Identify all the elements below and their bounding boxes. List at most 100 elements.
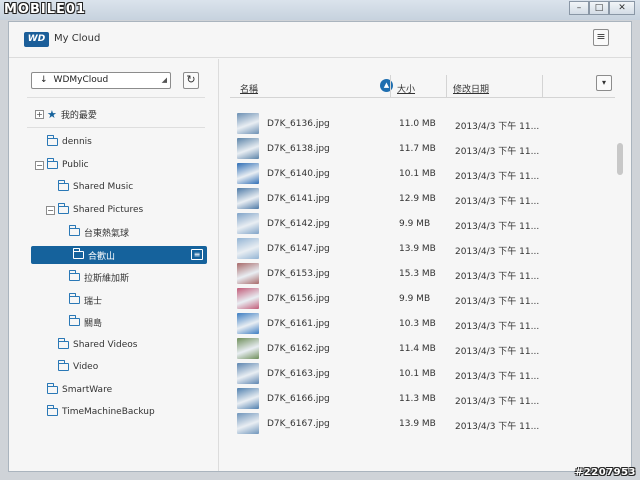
tree-item[interactable]: 拉斯維加斯 [57, 268, 129, 286]
file-name: D7K_6156.jpg [267, 294, 330, 304]
tree-item-label: TimeMachineBackup [62, 407, 155, 417]
tree-item-label: 台東熱氣球 [84, 228, 130, 239]
file-size: 12.9 MB [399, 194, 436, 204]
tree-item[interactable]: 台東熱氣球 [57, 223, 129, 241]
file-modified-date: 2013/4/3 下午 11... [455, 197, 540, 207]
dropdown-corner-icon: ◢ [161, 76, 167, 84]
tree-item[interactable]: Video [46, 358, 98, 376]
file-row[interactable]: D7K_6156.jpg 9.9 MB 2013/4/3 下午 11... [237, 288, 607, 311]
file-modified-date: 2013/4/3 下午 11... [455, 147, 540, 157]
column-header-size[interactable]: 大小 [397, 82, 415, 95]
file-modified-date: 2013/4/3 下午 11... [455, 397, 540, 407]
column-divider [390, 75, 391, 97]
tree-item[interactable]: 合歡山 ≡ [31, 246, 207, 264]
minimize-button[interactable]: – [569, 1, 589, 15]
image-thumbnail [237, 138, 259, 159]
folder-icon [69, 315, 80, 326]
file-row[interactable]: D7K_6142.jpg 9.9 MB 2013/4/3 下午 11... [237, 213, 607, 236]
tree-item[interactable]: − Shared Pictures [46, 201, 143, 219]
file-row[interactable]: D7K_6163.jpg 10.1 MB 2013/4/3 下午 11... [237, 363, 607, 386]
file-name: D7K_6161.jpg [267, 319, 330, 329]
collapse-icon[interactable]: − [46, 205, 55, 215]
tree-item[interactable]: 關島 [57, 313, 102, 331]
file-modified-date: 2013/4/3 下午 11... [455, 122, 540, 132]
folder-icon [47, 135, 58, 146]
image-thumbnail [237, 338, 259, 359]
file-row[interactable]: D7K_6166.jpg 11.3 MB 2013/4/3 下午 11... [237, 388, 607, 411]
file-name: D7K_6166.jpg [267, 394, 330, 404]
column-header-modified[interactable]: 修改日期 [453, 82, 489, 95]
wd-logo: WD [24, 32, 49, 47]
folder-icon [69, 225, 80, 236]
divider [27, 127, 205, 128]
file-name: D7K_6142.jpg [267, 219, 330, 229]
file-row[interactable]: D7K_6140.jpg 10.1 MB 2013/4/3 下午 11... [237, 163, 607, 186]
vertical-scrollbar[interactable] [617, 143, 623, 175]
tree-item-label: Shared Pictures [73, 205, 144, 215]
close-button[interactable]: ✕ [609, 1, 635, 15]
tree-item[interactable]: SmartWare [35, 381, 112, 399]
tree-item[interactable]: dennis [35, 133, 92, 151]
sort-ascending-icon[interactable]: ▲ [380, 79, 393, 92]
file-modified-date: 2013/4/3 下午 11... [455, 372, 540, 382]
file-row[interactable]: D7K_6167.jpg 13.9 MB 2013/4/3 下午 11... [237, 413, 607, 436]
file-size: 13.9 MB [399, 419, 436, 429]
file-size: 13.9 MB [399, 244, 436, 254]
tree-item[interactable]: − Public [35, 156, 89, 174]
tree-item-label: Public [62, 160, 89, 170]
folder-icon [47, 405, 58, 416]
file-row[interactable]: D7K_6153.jpg 15.3 MB 2013/4/3 下午 11... [237, 263, 607, 286]
file-modified-date: 2013/4/3 下午 11... [455, 172, 540, 182]
image-thumbnail [237, 213, 259, 234]
tree-item[interactable]: Shared Videos [46, 336, 137, 354]
expand-icon[interactable]: + [35, 109, 44, 119]
tree-item[interactable]: Shared Music [46, 178, 133, 196]
folder-icon [58, 203, 69, 214]
file-modified-date: 2013/4/3 下午 11... [455, 247, 540, 257]
watermark-id: #2207953 [574, 467, 636, 478]
column-header-name[interactable]: 名稱 [240, 82, 258, 95]
tree-item[interactable]: 瑞士 [57, 291, 102, 309]
favorites-label: 我的最愛 [60, 110, 97, 121]
tree-item-label: Shared Music [73, 182, 134, 192]
device-name: WDMyCloud [53, 75, 109, 85]
window-controls: – □ ✕ [569, 1, 635, 15]
refresh-button[interactable]: ↻ [183, 72, 199, 89]
file-size: 9.9 MB [399, 294, 431, 304]
divider [27, 97, 205, 98]
file-modified-date: 2013/4/3 下午 11... [455, 422, 540, 432]
hamburger-icon: ≡ [596, 30, 606, 43]
file-row[interactable]: D7K_6161.jpg 10.3 MB 2013/4/3 下午 11... [237, 313, 607, 336]
image-thumbnail [237, 113, 259, 134]
folder-icon [73, 248, 84, 259]
file-size: 11.4 MB [399, 344, 436, 354]
column-divider [542, 75, 543, 97]
folder-icon [58, 180, 69, 191]
collapse-icon[interactable]: − [35, 160, 44, 170]
file-row[interactable]: D7K_6141.jpg 12.9 MB 2013/4/3 下午 11... [237, 188, 607, 211]
device-select[interactable]: ↓ WDMyCloud ◢ [31, 72, 171, 89]
maximize-button[interactable]: □ [589, 1, 609, 15]
folder-pane: ↓ WDMyCloud ◢ ↻ + ★ 我的最愛 dennis − Public Sha… [9, 59, 219, 471]
view-options-button[interactable]: ▾ [596, 75, 612, 91]
main-menu-button[interactable]: ≡ [593, 29, 609, 46]
file-row[interactable]: D7K_6138.jpg 11.7 MB 2013/4/3 下午 11... [237, 138, 607, 161]
file-name: D7K_6162.jpg [267, 344, 330, 354]
folder-icon [58, 360, 69, 371]
file-row[interactable]: D7K_6147.jpg 13.9 MB 2013/4/3 下午 11... [237, 238, 607, 261]
file-name: D7K_6167.jpg [267, 419, 330, 429]
mobile01-logo: MOBILE01 [4, 2, 86, 17]
image-thumbnail [237, 388, 259, 409]
item-menu-icon[interactable]: ≡ [191, 249, 203, 260]
tree-item[interactable]: TimeMachineBackup [35, 403, 155, 421]
favorites-item[interactable]: + ★ 我的最愛 [35, 105, 97, 123]
file-row[interactable]: D7K_6136.jpg 11.0 MB 2013/4/3 下午 11... [237, 113, 607, 136]
file-row[interactable]: D7K_6162.jpg 11.4 MB 2013/4/3 下午 11... [237, 338, 607, 361]
file-name: D7K_6138.jpg [267, 144, 330, 154]
app-title: My Cloud [54, 33, 101, 44]
file-size: 11.7 MB [399, 144, 436, 154]
file-name: D7K_6136.jpg [267, 119, 330, 129]
file-name: D7K_6163.jpg [267, 369, 330, 379]
file-size: 10.1 MB [399, 369, 436, 379]
app-header: WD My Cloud ≡ [9, 22, 631, 58]
